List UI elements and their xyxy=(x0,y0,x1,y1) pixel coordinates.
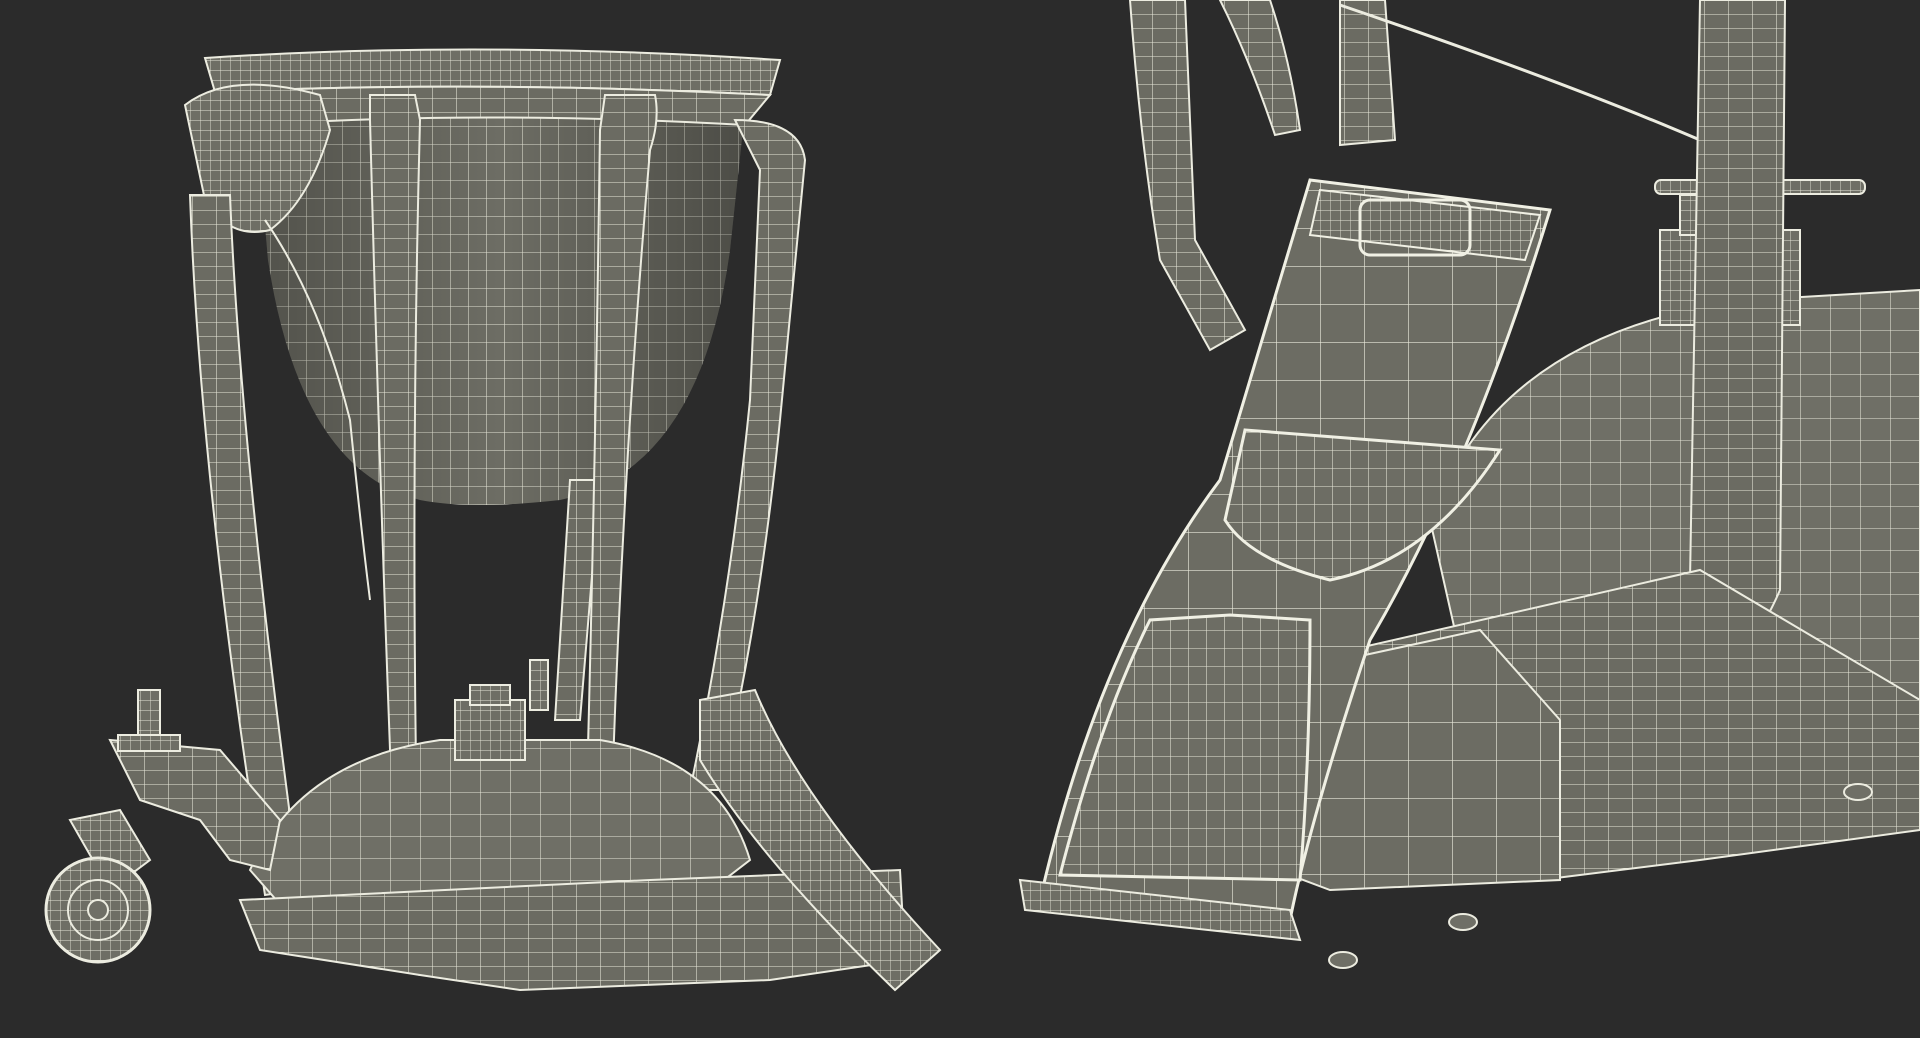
wireframe-render xyxy=(0,0,1920,1038)
render-viewport xyxy=(0,0,1920,1038)
strut-main xyxy=(1688,0,1787,653)
